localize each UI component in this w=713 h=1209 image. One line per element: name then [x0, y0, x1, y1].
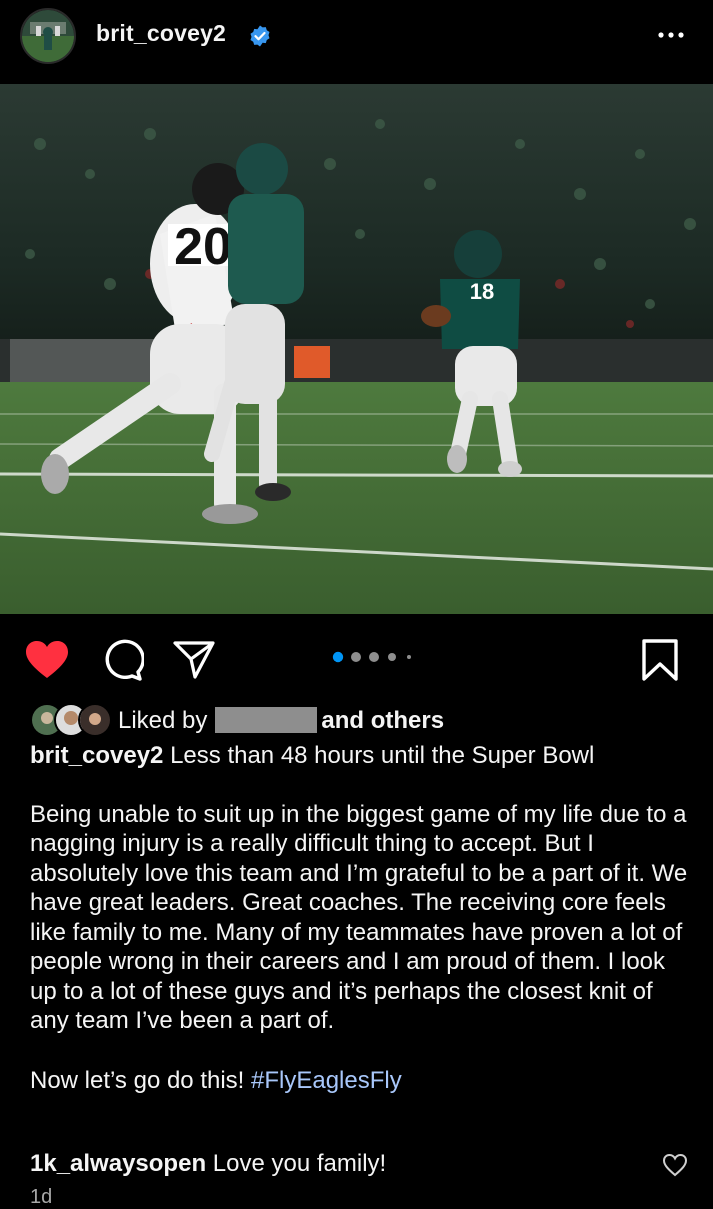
comment-bubble-icon [100, 639, 145, 686]
caption-cta: Now let’s go do this! [30, 1066, 245, 1094]
liker-avatar-3 [78, 703, 112, 737]
share-button[interactable] [172, 638, 216, 687]
caption-headline: Less than 48 hours until the Super Bowl [170, 742, 595, 769]
caption-body: Being unable to suit up in the biggest g… [30, 800, 688, 1035]
post-header: brit_covey2 [0, 0, 713, 84]
heart-filled-icon [24, 641, 70, 684]
post-photo[interactable]: 20 18 [0, 84, 713, 614]
caption-username[interactable]: brit_covey2 [30, 742, 163, 769]
comment-row: 1k_alwaysopen Love you family! [30, 1150, 386, 1178]
verified-badge-icon [248, 24, 272, 48]
send-paper-plane-icon [172, 641, 216, 686]
profile-avatar[interactable] [20, 8, 76, 64]
redacted-username [215, 707, 318, 733]
bookmark-icon [640, 639, 680, 686]
liked-by-text: Liked by and others [118, 707, 444, 735]
comment-timestamp: 1d [30, 1186, 53, 1208]
comment-username[interactable]: 1k_alwaysopen [30, 1150, 206, 1177]
save-button[interactable] [640, 638, 680, 687]
heart-outline-icon[interactable] [662, 1153, 688, 1177]
jersey-number-right: 18 [470, 279, 494, 304]
liked-by-suffix[interactable]: and others [321, 707, 444, 734]
hashtag-link[interactable]: #FlyEaglesFly [251, 1067, 402, 1094]
more-options-icon[interactable] [654, 23, 688, 47]
caption-cta-line: Now let’s go do this! #FlyEaglesFly [30, 1066, 690, 1096]
username-link[interactable]: brit_covey2 [96, 20, 226, 47]
carousel-indicator [332, 650, 416, 663]
liked-by-row[interactable]: Liked by and others [30, 703, 690, 739]
comment-text: Love you family! [212, 1150, 387, 1177]
jersey-number-left: 20 [174, 218, 232, 276]
comment-button[interactable] [100, 638, 145, 687]
caption-headline-line: brit_covey2 Less than 48 hours until the… [30, 741, 690, 771]
liked-by-prefix: Liked by [118, 707, 208, 734]
post-caption: brit_covey2 Less than 48 hours until the… [30, 741, 690, 1095]
like-button[interactable] [24, 640, 70, 685]
